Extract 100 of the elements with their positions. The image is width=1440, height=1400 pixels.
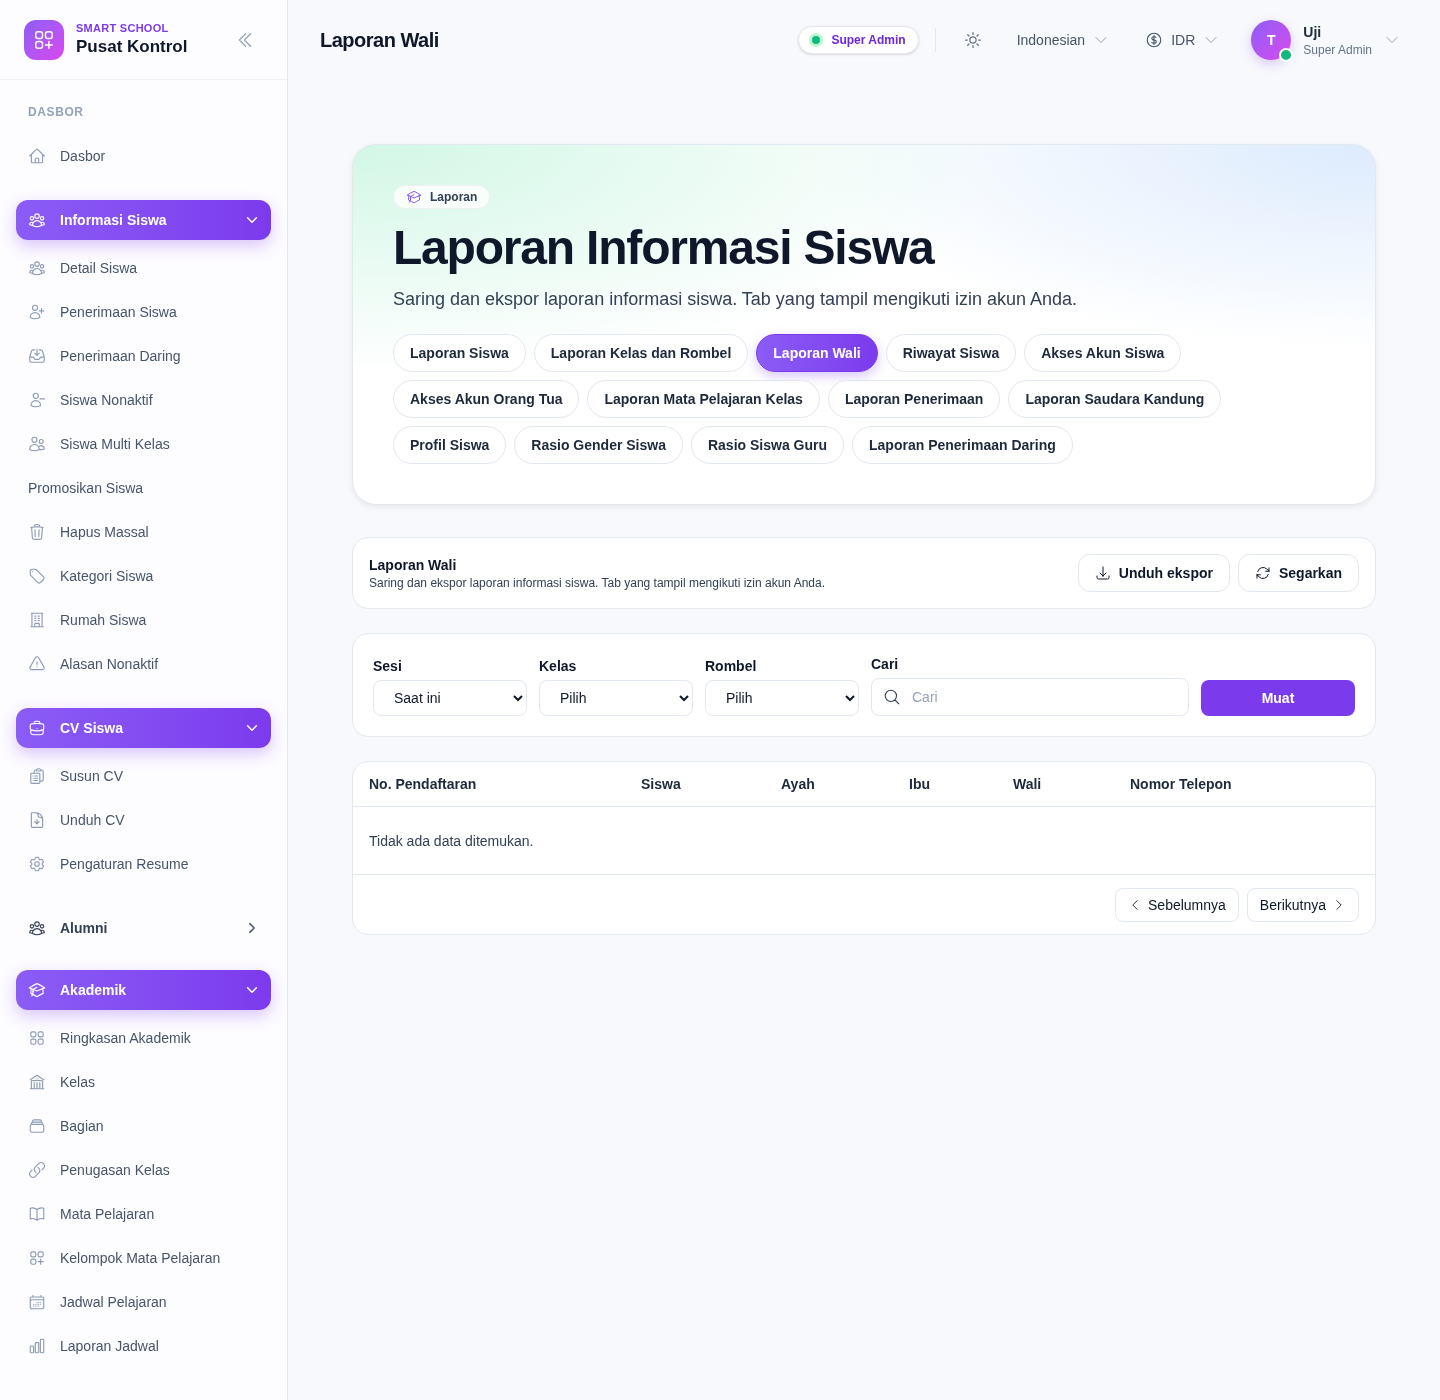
settings-icon (28, 855, 46, 873)
currency-selector[interactable]: IDR (1133, 22, 1232, 58)
sidebar-item[interactable]: Bagian (16, 1104, 271, 1148)
briefcase-icon (28, 719, 46, 737)
next-button[interactable]: Berikutnya (1246, 887, 1359, 922)
graduation-cap-icon (406, 189, 422, 205)
sidebar-item[interactable]: Ringkasan Akademik (16, 1016, 271, 1060)
download-icon (1094, 565, 1111, 581)
toolbar-button[interactable]: Segarkan (1237, 554, 1359, 592)
trash-icon (28, 523, 46, 541)
sidebar-item[interactable]: Hapus Massal (16, 510, 271, 554)
sidebar-item[interactable]: Penerimaan Siswa (16, 290, 271, 334)
grid-plus-icon (28, 1249, 46, 1267)
report-tab[interactable]: Akses Akun Siswa (1024, 334, 1182, 372)
field-label: Kelas (539, 657, 578, 676)
empty-state-message: Tidak ada data ditemukan. (369, 831, 534, 851)
brand-eyebrow: SMART SCHOOL (76, 20, 170, 35)
sidebar-item[interactable]: Kategori Siswa (16, 554, 271, 598)
sidebar-group-button[interactable]: Akademik (16, 970, 271, 1010)
avatar[interactable]: T (1251, 20, 1292, 60)
column-header: Wali (1013, 775, 1042, 794)
language-selector[interactable]: Indonesian (1004, 22, 1122, 58)
sidebar-group-button[interactable]: Informasi Siswa (16, 200, 271, 240)
sidebar-item[interactable]: Rumah Siswa (16, 598, 271, 642)
link-icon (28, 1161, 46, 1179)
columns-building-icon (28, 1073, 46, 1091)
building-icon (28, 611, 46, 629)
sidebar-item[interactable]: Pengaturan Resume (16, 842, 271, 886)
column-header: Nomor Telepon (1130, 775, 1232, 794)
home-icon (28, 147, 46, 165)
currency-icon (1145, 31, 1164, 49)
sidebar-item[interactable]: Unduh CV (16, 798, 271, 842)
graduation-cap-icon (28, 981, 46, 999)
page-title: Laporan Wali (320, 28, 439, 53)
sidebar-item[interactable]: Mata Pelajaran (16, 1192, 271, 1236)
report-tab[interactable]: Riwayat Siswa (885, 334, 1017, 372)
report-tab[interactable]: Laporan Penerimaan Daring (852, 426, 1073, 464)
people-group-icon (28, 919, 46, 937)
grid-icon (28, 1029, 46, 1047)
toolbar-button[interactable]: Unduh ekspor (1077, 554, 1230, 592)
report-title: Laporan Wali (369, 556, 458, 575)
bar-chart-icon (28, 1337, 46, 1355)
hero-subtitle: Saring dan ekspor laporan informasi siswa. Tab yang tampil mengikuti izin akun Anda. (393, 288, 1079, 311)
column-header: No. Pendaftaran (369, 775, 477, 794)
brand-title: Pusat Kontrol (76, 35, 188, 58)
column-header: Siswa (641, 775, 681, 794)
sidebar-item[interactable]: Alasan Nonaktif (16, 642, 271, 686)
role-badge-label: Super Admin (831, 32, 906, 48)
sidebar-item[interactable]: Susun CV (16, 754, 271, 798)
report-tab[interactable]: Laporan Wali (756, 334, 878, 372)
sidebar-item[interactable]: Siswa Nonaktif (16, 378, 271, 422)
report-tab[interactable]: Profil Siswa (393, 426, 507, 464)
report-tab[interactable]: Laporan Siswa (393, 334, 526, 372)
hero-title: Laporan Informasi Siswa (393, 224, 936, 272)
report-tab[interactable]: Laporan Mata Pelajaran Kelas (587, 380, 820, 418)
avatar-initial: T (1267, 31, 1276, 50)
sidebar-item[interactable]: Jadwal Pelajaran (16, 1280, 271, 1324)
load-button[interactable]: Muat (1201, 680, 1355, 716)
sidebar-item[interactable]: Siswa Multi Kelas (16, 422, 271, 466)
sidebar-item[interactable]: Detail Siswa (16, 246, 271, 290)
person-minus-icon (28, 391, 46, 409)
people-icon (28, 435, 46, 453)
sidebar-item[interactable]: Promosikan Siswa (16, 466, 271, 510)
book-icon (28, 1205, 46, 1223)
person-plus-icon (28, 303, 46, 321)
sidebar-item[interactable]: Dasbor (16, 134, 271, 178)
sidebar-item[interactable]: Kelompok Mata Pelajaran (16, 1236, 271, 1280)
sidebar-item[interactable]: Laporan Jadwal (16, 1324, 271, 1368)
report-tab[interactable]: Rasio Siswa Guru (690, 426, 844, 464)
report-tab[interactable]: Laporan Kelas dan Rombel (533, 334, 749, 372)
report-tab[interactable]: Rasio Gender Siswa (514, 426, 683, 464)
sidebar-item[interactable]: Kelas (16, 1060, 271, 1104)
people-group-icon (28, 211, 46, 229)
column-header: Ibu (909, 775, 930, 794)
tag-icon (28, 567, 46, 585)
sidebar-item[interactable]: Penugasan Kelas (16, 1148, 271, 1192)
user-name: Uji (1303, 23, 1323, 42)
filter-select[interactable]: Saat ini (373, 680, 527, 716)
sidebar-group-button[interactable]: Alumni (16, 908, 271, 948)
report-tab[interactable]: Laporan Penerimaan (827, 380, 1001, 418)
stack-icon (28, 1117, 46, 1135)
filter-select[interactable]: Pilih (705, 680, 859, 716)
report-tab[interactable]: Laporan Saudara Kandung (1008, 380, 1222, 418)
document-download-icon (28, 811, 46, 829)
report-tab[interactable]: Akses Akun Orang Tua (393, 380, 580, 418)
field-label: Sesi (373, 657, 403, 676)
filter-select[interactable]: Pilih (539, 680, 693, 716)
logo-icon (24, 19, 64, 60)
search-field[interactable]: Cari (871, 678, 1189, 716)
warning-icon (28, 655, 46, 673)
sidebar-group-button[interactable]: CV Siswa (16, 708, 271, 748)
clipboard-icon (28, 767, 46, 785)
section-label: DASBOR (27, 104, 85, 120)
previous-button[interactable]: Sebelumnya (1115, 887, 1239, 922)
theme-toggle-icon[interactable] (962, 30, 983, 50)
field-label: Cari (871, 655, 900, 674)
calendar-icon (28, 1293, 46, 1311)
people-group-icon (28, 259, 46, 277)
user-role: Super Admin (1303, 42, 1372, 58)
sidebar-item[interactable]: Penerimaan Daring (16, 334, 271, 378)
